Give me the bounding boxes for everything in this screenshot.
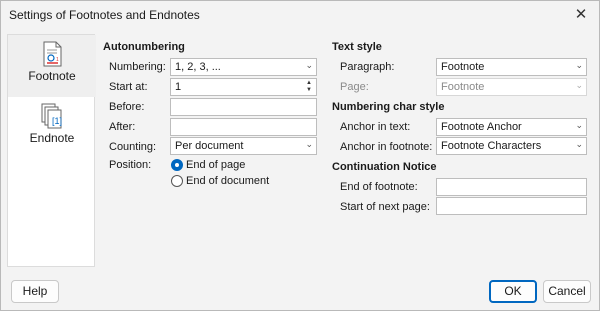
start-of-next-page-label: Start of next page: [340,201,430,213]
chevron-down-icon: ⌄ [575,139,583,149]
start-at-label: Start at: [109,81,148,93]
numbering-label: Numbering: [109,61,166,73]
text-style-heading: Text style [332,41,382,53]
ok-button[interactable]: OK [489,280,537,303]
chevron-down-icon: ⌄ [575,60,583,70]
page-style-select: Footnote ⌄ [436,78,587,96]
spin-down-icon[interactable]: ▼ [303,87,315,94]
end-of-footnote-label: End of footnote: [340,181,418,193]
footnote-icon: 1 [43,41,62,67]
page-style-value: Footnote [441,81,485,93]
continuation-notice-heading: Continuation Notice [332,161,437,173]
radio-end-of-document[interactable] [171,175,183,187]
settings-dialog: Settings of Footnotes and Endnotes ✕ 1 F… [0,0,600,311]
start-of-next-page-input[interactable] [436,197,587,215]
chevron-down-icon: ⌄ [305,60,313,70]
sidebar-item-label: Footnote [28,69,76,83]
anchor-in-footnote-select[interactable]: Footnote Characters ⌄ [436,137,587,155]
counting-select[interactable]: Per document ⌄ [170,137,317,155]
sidebar-item-endnote[interactable]: [1] Endnote [8,97,96,159]
title-bar: Settings of Footnotes and Endnotes ✕ [1,1,599,29]
close-icon[interactable]: ✕ [571,5,591,25]
counting-label: Counting: [109,141,157,153]
category-sidebar: 1 Footnote [1] Endnote [7,34,96,267]
after-input[interactable] [170,118,317,136]
spin-up-icon[interactable]: ▲ [303,80,315,87]
svg-text:1: 1 [56,57,59,63]
anchor-in-text-value: Footnote Anchor [441,121,522,133]
chevron-down-icon: ⌄ [305,139,313,149]
numbering-value: 1, 2, 3, ... [175,61,221,73]
paragraph-style-select[interactable]: Footnote ⌄ [436,58,587,76]
anchor-in-footnote-value: Footnote Characters [441,140,542,152]
numbering-select[interactable]: 1, 2, 3, ... ⌄ [170,58,317,76]
anchor-in-text-label: Anchor in text: [340,121,411,133]
autonumbering-heading: Autonumbering [103,41,185,53]
anchor-in-text-select[interactable]: Footnote Anchor ⌄ [436,118,587,136]
end-of-page-label[interactable]: End of page [186,159,245,171]
start-at-spinbox[interactable]: 1 ▲ ▼ [170,78,317,96]
counting-value: Per document [175,140,244,152]
before-label: Before: [109,101,145,113]
radio-end-of-page[interactable] [171,159,183,171]
paragraph-style-value: Footnote [441,61,485,73]
window-title: Settings of Footnotes and Endnotes [9,8,200,22]
end-of-document-label[interactable]: End of document [186,175,269,187]
sidebar-item-footnote[interactable]: 1 Footnote [8,35,96,97]
paragraph-label: Paragraph: [340,61,395,73]
anchor-in-footnote-label: Anchor in footnote: [340,141,433,153]
chevron-down-icon: ⌄ [575,80,583,90]
svg-text:[1]: [1] [52,116,62,126]
chevron-down-icon: ⌄ [575,120,583,130]
help-button[interactable]: Help [11,280,59,303]
after-label: After: [109,121,136,133]
position-label: Position: [109,159,152,171]
page-label: Page: [340,81,369,93]
sidebar-item-label: Endnote [29,131,75,145]
numbering-char-style-heading: Numbering char style [332,101,445,113]
start-at-value: 1 [175,81,182,93]
endnote-icon: [1] [41,103,62,129]
cancel-button[interactable]: Cancel [543,280,591,303]
end-of-footnote-input[interactable] [436,178,587,196]
before-input[interactable] [170,98,317,116]
